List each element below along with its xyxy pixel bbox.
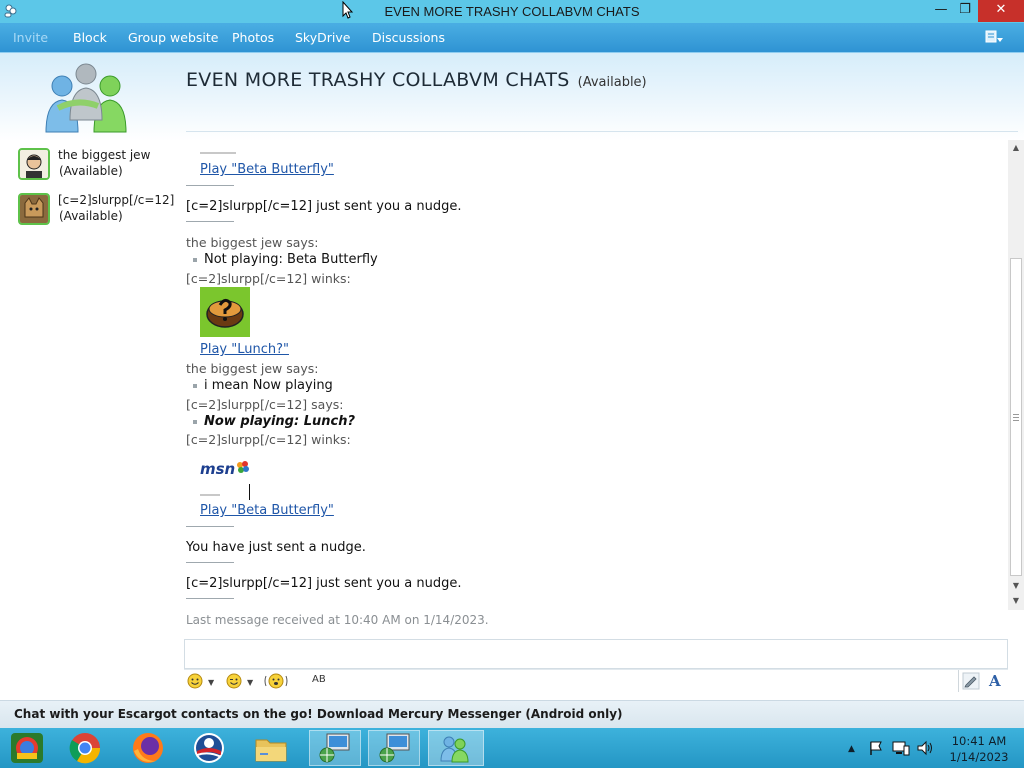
scroll-grip: [1013, 420, 1019, 421]
scroll-up-arrow-icon[interactable]: ▲: [1010, 142, 1022, 154]
contact-item[interactable]: [c=2]slurpp[/c=12] (Available): [18, 193, 178, 231]
contact-avatar: [18, 193, 50, 225]
network-setup-icon: [379, 733, 410, 763]
discussions-button[interactable]: Discussions: [372, 30, 445, 45]
clock-time: 10:41 AM: [951, 734, 1007, 748]
message-separator: [186, 221, 234, 222]
handwriting-icon[interactable]: [962, 672, 980, 690]
scroll-grip: [1013, 417, 1019, 418]
play-wink-link[interactable]: Play "Beta Butterfly": [200, 503, 334, 518]
obama-logo-icon[interactable]: [191, 731, 227, 765]
play-wink-link[interactable]: Play "Beta Butterfly": [200, 162, 334, 177]
input-toolbar: [184, 669, 1008, 694]
msn-logo-text: msn: [200, 460, 236, 478]
wink-thumbnail-placeholder: [200, 494, 220, 496]
scroll-down-arrow-icon[interactable]: ▼: [1010, 580, 1022, 592]
message-separator: [186, 185, 234, 186]
contact-avatar: [18, 148, 50, 180]
toolbar-divider: [958, 670, 959, 692]
play-wink-link[interactable]: Play "Lunch?": [200, 342, 289, 357]
text-caret: [249, 484, 250, 500]
chevron-down-icon[interactable]: ▼: [247, 678, 253, 687]
invite-button[interactable]: Invite: [13, 30, 48, 45]
message-text: Now playing: Lunch?: [204, 414, 355, 429]
smiley-icon[interactable]: [187, 673, 203, 689]
message-row: Not playing: Beta Butterfly: [186, 252, 486, 270]
mouse-cursor-icon: [342, 1, 354, 19]
header-divider: [186, 131, 1018, 132]
minimize-button[interactable]: —: [930, 0, 952, 22]
conversation-title: EVEN MORE TRASHY COLLABVM CHATS (Availabl…: [186, 69, 647, 91]
sender-says-label: the biggest jew says:: [186, 235, 319, 250]
text-style-button[interactable]: A: [989, 672, 1001, 690]
conversation-header: [0, 53, 1024, 141]
sender-winks-label: [c=2]slurpp[/c=12] winks:: [186, 432, 351, 447]
message-text: i mean Now playing: [204, 378, 333, 393]
conversation-toolbar: Invite Block Group website Photos SkyDri…: [0, 23, 1024, 53]
bullet-icon: [193, 384, 197, 388]
maximize-button[interactable]: ❐: [954, 0, 976, 22]
font-icon[interactable]: AB: [312, 674, 326, 685]
start-button-icon[interactable]: [9, 731, 45, 765]
message-separator: [186, 526, 234, 527]
message-separator: [186, 562, 234, 563]
network-setup-icon: [319, 733, 350, 763]
network-tray-icon[interactable]: [892, 740, 910, 756]
message-row: Now playing: Lunch?: [186, 414, 486, 432]
ad-banner[interactable]: Chat with your Escargot contacts on the …: [0, 700, 1024, 728]
window-title: EVEN MORE TRASHY COLLABVM CHATS: [384, 4, 640, 19]
nudge-icon[interactable]: [264, 672, 288, 690]
chevron-down-icon[interactable]: ▼: [208, 678, 214, 687]
volume-icon[interactable]: [916, 740, 934, 756]
messenger-icon: [440, 736, 469, 763]
nudge-notice: You have just sent a nudge.: [186, 540, 366, 555]
conversation-status: (Available): [577, 75, 647, 90]
chrome-icon[interactable]: [67, 731, 103, 765]
lunch-wink-icon[interactable]: [200, 287, 250, 337]
show-hidden-icons-icon[interactable]: ▲: [848, 744, 855, 754]
wink-thumbnail-placeholder: [200, 152, 236, 154]
taskbar-clock[interactable]: 10:41 AM 1/14/2023: [944, 733, 1014, 765]
chat-history: Play "Beta Butterfly" [c=2]slurpp[/c=12]…: [186, 140, 1006, 600]
message-input[interactable]: [184, 639, 1008, 669]
skydrive-button[interactable]: SkyDrive: [295, 30, 350, 45]
photos-button[interactable]: Photos: [232, 30, 274, 45]
menu-dropdown-icon[interactable]: [984, 29, 1004, 46]
action-center-flag-icon[interactable]: [868, 740, 884, 756]
bullet-icon: [193, 420, 197, 424]
message-text: Not playing: Beta Butterfly: [204, 252, 378, 267]
sender-says-label: the biggest jew says:: [186, 361, 319, 376]
wink-icon[interactable]: [226, 673, 242, 689]
contact-name: the biggest jew: [58, 148, 151, 162]
last-message-timestamp: Last message received at 10:40 AM on 1/1…: [186, 613, 489, 627]
nudge-notice: [c=2]slurpp[/c=12] just sent you a nudge…: [186, 576, 462, 591]
title-bar: EVEN MORE TRASHY COLLABVM CHATS — ❐ ✕: [0, 0, 1024, 23]
file-explorer-icon[interactable]: [253, 731, 289, 765]
contact-status: (Available): [59, 209, 123, 223]
clock-date: 1/14/2023: [949, 750, 1009, 764]
contact-status: (Available): [59, 164, 123, 178]
group-buddies-icon: [45, 63, 127, 133]
sender-says-label: [c=2]slurpp[/c=12] says:: [186, 397, 344, 412]
sender-winks-label: [c=2]slurpp[/c=12] winks:: [186, 271, 351, 286]
block-button[interactable]: Block: [73, 30, 107, 45]
scroll-end-arrow-icon[interactable]: ▼: [1010, 595, 1022, 607]
ad-text[interactable]: Chat with your Escargot contacts on the …: [14, 707, 623, 721]
scroll-grip: [1013, 414, 1019, 415]
contact-name: [c=2]slurpp[/c=12]: [58, 193, 175, 207]
group-website-button[interactable]: Group website: [128, 30, 218, 45]
firefox-icon[interactable]: [130, 731, 166, 765]
message-row: i mean Now playing: [186, 378, 486, 396]
contact-item[interactable]: the biggest jew (Available): [18, 148, 178, 186]
conversation-title-text: EVEN MORE TRASHY COLLABVM CHATS: [186, 69, 570, 91]
cat-avatar-icon: [20, 195, 48, 223]
person-avatar-icon: [20, 150, 48, 178]
msn-logo: msn: [200, 460, 250, 478]
message-separator: [186, 598, 234, 599]
nudge-notice: [c=2]slurpp[/c=12] just sent you a nudge…: [186, 199, 462, 214]
close-button[interactable]: ✕: [978, 0, 1024, 22]
bullet-icon: [193, 258, 197, 262]
msn-butterfly-icon: [237, 461, 250, 473]
